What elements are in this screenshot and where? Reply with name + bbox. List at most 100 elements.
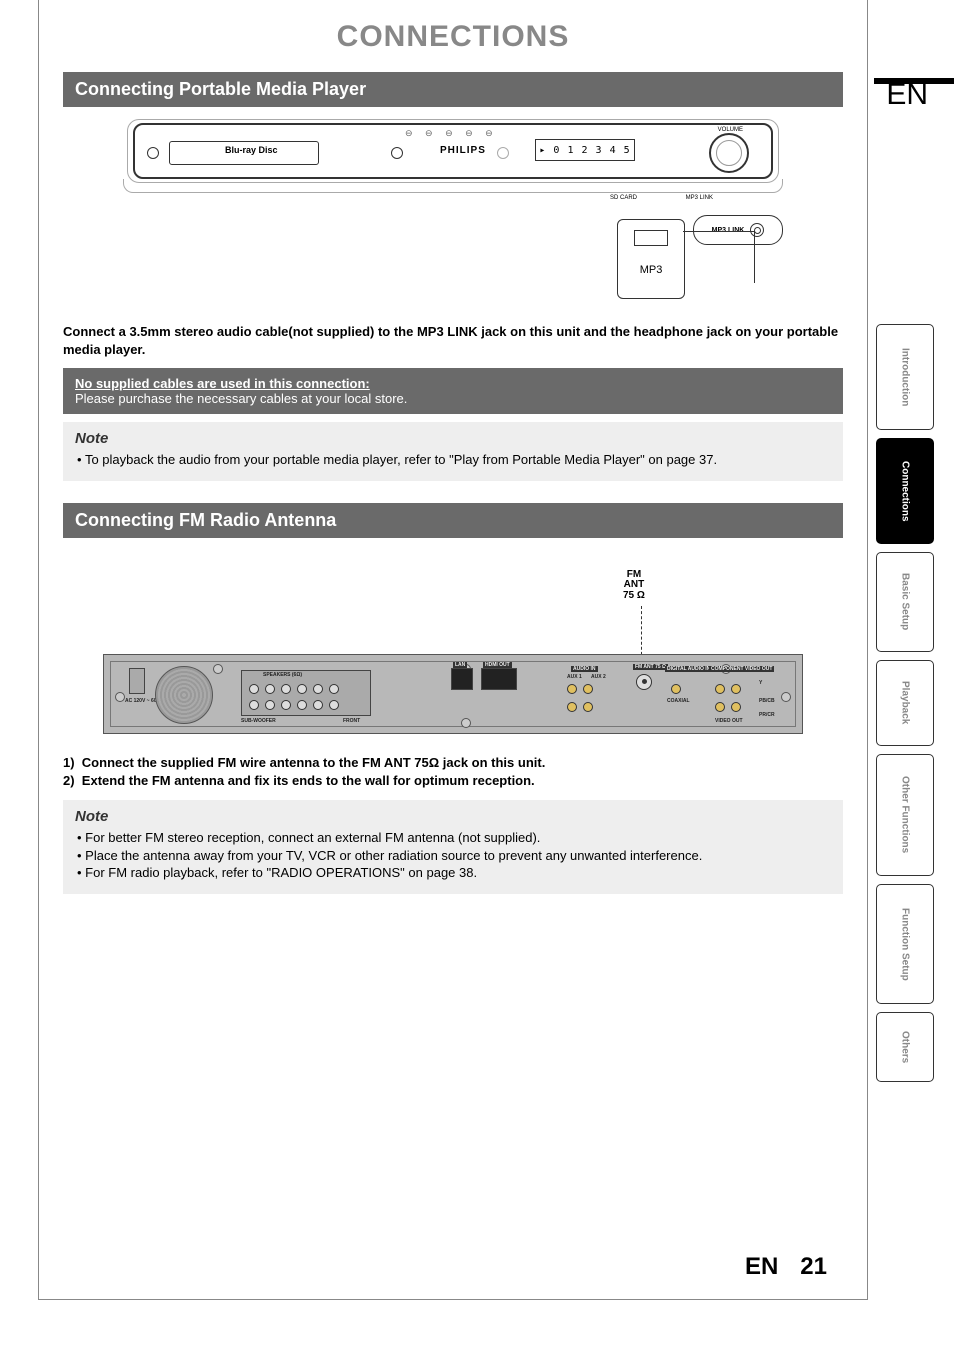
front-display: ▸ 0 1 2 3 4 5 <box>535 139 635 161</box>
cable-line-icon <box>683 231 755 283</box>
rca-jack-icon <box>715 702 725 712</box>
speakers-label: SPEAKERS (6Ω) <box>263 672 302 678</box>
speaker-terminal-icon <box>297 700 307 710</box>
diagram-media-player: ⊖ ⊖ ⊖ ⊖ ⊖ Blu-ray Disc PHILIPS ▸ 0 1 2 3… <box>93 123 813 313</box>
page-footer: EN 21 <box>745 1253 827 1281</box>
rca-jack-icon <box>583 702 593 712</box>
lan-port-icon <box>451 668 473 690</box>
supplied-cable-box: No supplied cables are used in this conn… <box>63 368 843 414</box>
screw-icon <box>213 664 223 674</box>
mp3-player-icon: MP3 <box>617 219 685 299</box>
speaker-terminal-icon <box>249 684 259 694</box>
tab-basic-setup[interactable]: Basic Setup <box>876 552 934 652</box>
supplied-body: Please purchase the necessary cables at … <box>75 391 831 406</box>
rca-jack-icon <box>671 684 681 694</box>
diagram-fm-antenna: FM ANT 75 Ω AC 120V ~ 60Hz SPEAKERS (6Ω) <box>103 554 803 744</box>
supplied-title: No supplied cables are used in this conn… <box>75 376 831 391</box>
section-header-media-player: Connecting Portable Media Player <box>63 72 843 107</box>
rca-jack-icon <box>567 684 577 694</box>
device-front-panel: ⊖ ⊖ ⊖ ⊖ ⊖ Blu-ray Disc PHILIPS ▸ 0 1 2 3… <box>133 123 773 179</box>
speaker-terminal-icon <box>281 684 291 694</box>
note-title-2: Note <box>75 808 831 825</box>
fm-step-2: 2) Extend the FM antenna and fix its end… <box>63 772 843 790</box>
speaker-terminal-icon <box>297 684 307 694</box>
fm-ant-jack-icon <box>636 674 652 690</box>
rca-jack-icon <box>731 684 741 694</box>
pb-label: PB/CB <box>759 698 775 704</box>
page-frame: CONNECTIONS Connecting Portable Media Pl… <box>38 0 868 1300</box>
speaker-terminal-icon <box>329 700 339 710</box>
fm-label-2: ANT <box>624 579 645 590</box>
fm-step-2-text: Extend the FM antenna and fix its ends t… <box>82 773 535 788</box>
note2-item: Place the antenna away from your TV, VCR… <box>77 847 831 865</box>
tab-others[interactable]: Others <box>876 1012 934 1082</box>
device-base-icon <box>123 179 783 193</box>
tab-other-functions[interactable]: Other Functions <box>876 754 934 876</box>
note2-item: For FM radio playback, refer to "RADIO O… <box>77 864 831 882</box>
screw-icon <box>115 692 125 702</box>
tab-function-setup[interactable]: Function Setup <box>876 884 934 1004</box>
rca-jack-icon <box>567 702 577 712</box>
note2-item: For better FM stereo reception, connect … <box>77 829 831 847</box>
note-title-1: Note <box>75 430 831 447</box>
fan-icon <box>155 666 213 724</box>
mp3-link-label-small: MP3 LINK <box>686 195 713 201</box>
speaker-terminal-icon <box>313 700 323 710</box>
screw-icon <box>461 718 471 728</box>
aux1-label: AUX 1 <box>567 674 582 680</box>
coaxial-label: COAXIAL <box>667 698 690 704</box>
component-label: COMPONENT VIDEO OUT <box>709 666 774 672</box>
front-label: FRONT <box>343 718 360 724</box>
section-header-fm-antenna: Connecting FM Radio Antenna <box>63 503 843 538</box>
sd-card-label: SD CARD <box>610 195 637 201</box>
video-out-label: VIDEO OUT <box>715 718 743 724</box>
brand-label: PHILIPS <box>440 145 486 156</box>
mp3-screen-icon <box>634 230 668 246</box>
y-label: Y <box>759 680 762 686</box>
instruction-media-player: Connect a 3.5mm stereo audio cable(not s… <box>63 323 843 358</box>
audio-in-label: AUDIO IN <box>571 666 598 672</box>
screw-icon <box>781 692 791 702</box>
fm-label-3: 75 Ω <box>623 590 645 601</box>
bluray-logo: Blu-ray Disc <box>225 145 278 155</box>
page-title: CONNECTIONS <box>63 20 843 54</box>
speaker-terminal-icon <box>265 700 275 710</box>
fm-ant-label: FM ANT 75 Ω <box>623 570 645 602</box>
rca-jack-icon <box>715 684 725 694</box>
footer-lang: EN <box>745 1253 778 1281</box>
fm-ant-jack-label: FM ANT 75 Ω <box>633 664 668 670</box>
pr-label: PR/CR <box>759 712 775 718</box>
top-buttons-icon: ⊖ ⊖ ⊖ ⊖ ⊖ <box>405 128 498 139</box>
antenna-line-icon <box>641 606 642 660</box>
power-button-icon <box>147 147 159 159</box>
language-indicator: EN <box>886 78 928 112</box>
footer-page-number: 21 <box>800 1253 827 1281</box>
speaker-terminal-icon <box>249 700 259 710</box>
speaker-terminal-icon <box>265 684 275 694</box>
eject-button-icon <box>391 147 403 159</box>
speaker-terminal-icon <box>281 700 291 710</box>
digital-audio-label: DIGITAL AUDIO IN <box>665 666 712 672</box>
ir-sensor-icon <box>497 147 509 159</box>
note1-item: To playback the audio from your portable… <box>77 451 831 469</box>
rear-inner-icon: AC 120V ~ 60Hz SPEAKERS (6Ω) <box>110 661 796 727</box>
note-box-2: Note For better FM stereo reception, con… <box>63 800 843 894</box>
rca-jack-icon <box>583 684 593 694</box>
fm-steps: 1) Connect the supplied FM wire antenna … <box>63 754 843 790</box>
sub-label: SUB-WOOFER <box>241 718 276 724</box>
rca-jack-icon <box>731 702 741 712</box>
fm-step-1-text: Connect the supplied FM wire antenna to … <box>82 755 546 770</box>
lan-label: LAN <box>453 662 467 668</box>
tab-playback[interactable]: Playback <box>876 660 934 746</box>
volume-knob-icon <box>709 133 749 173</box>
hdmi-port-icon <box>481 668 517 690</box>
note-box-1: Note To playback the audio from your por… <box>63 422 843 481</box>
tab-connections[interactable]: Connections <box>876 438 934 544</box>
hdmi-label: HDMI OUT <box>483 662 512 668</box>
ac-inlet-icon <box>129 668 145 694</box>
fm-label-1: FM <box>627 569 641 580</box>
speaker-terminal-icon <box>329 684 339 694</box>
aux2-label: AUX 2 <box>591 674 606 680</box>
speaker-terminal-icon <box>313 684 323 694</box>
tab-introduction[interactable]: Introduction <box>876 324 934 430</box>
